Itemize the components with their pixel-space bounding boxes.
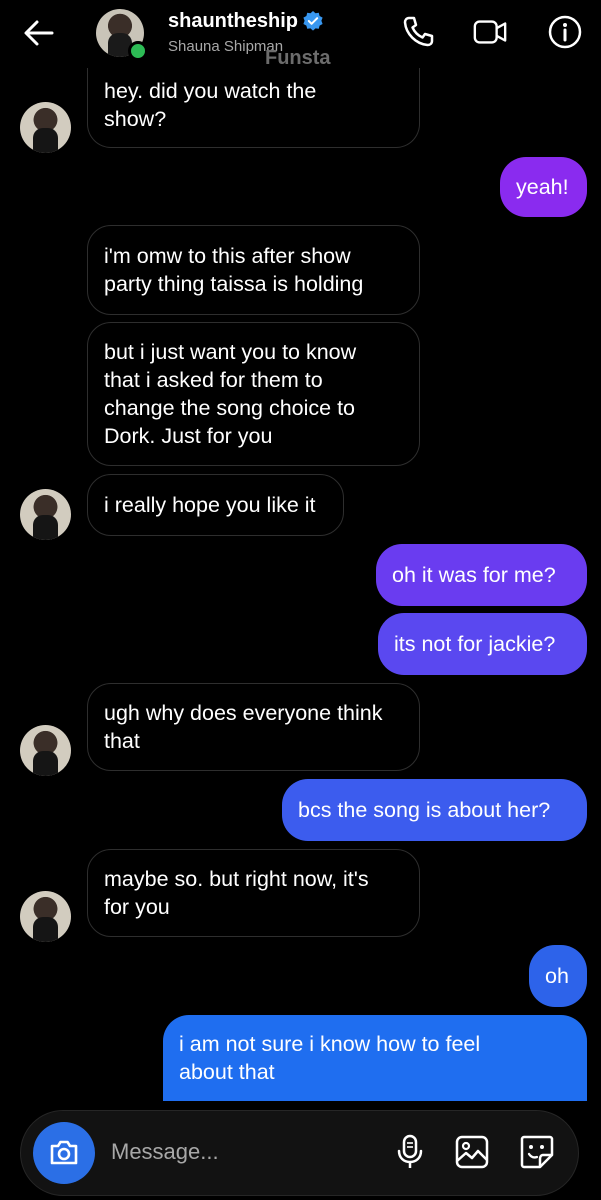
sticker-icon[interactable] — [518, 1133, 556, 1171]
username[interactable]: shauntheship — [168, 10, 298, 33]
message-line: party thing taissa is holding — [104, 272, 364, 296]
incoming-message-bubble[interactable]: i'm omw to this after show party thing t… — [87, 225, 420, 315]
outgoing-message-bubble[interactable]: yeah! — [500, 157, 587, 217]
message-line: about that — [179, 1060, 275, 1084]
incoming-message-bubble[interactable]: i really hope you like it — [87, 474, 344, 536]
message-text: oh it was for me? — [392, 563, 556, 587]
back-arrow-icon[interactable] — [22, 18, 56, 48]
verified-badge-icon — [303, 11, 323, 31]
outgoing-message-bubble[interactable]: its not for jackie? — [378, 613, 587, 675]
video-camera-icon[interactable] — [472, 14, 508, 50]
incoming-message-bubble[interactable]: ugh why does everyone think that — [87, 683, 420, 771]
message-line: change the song choice to — [104, 396, 356, 420]
message-line: that i asked for them to — [104, 368, 323, 392]
gallery-icon[interactable] — [453, 1133, 491, 1171]
outgoing-message-bubble[interactable]: oh — [529, 945, 587, 1007]
message-line: i am not sure i know how to feel — [179, 1032, 481, 1056]
message-text: i really hope you like it — [104, 493, 316, 517]
funsta-watermark: Funsta — [265, 47, 331, 69]
message-line: that — [104, 729, 140, 753]
message-text: bcs the song is about her? — [298, 798, 551, 822]
incoming-message-bubble[interactable]: hey. did you watch the show? — [87, 62, 420, 148]
outgoing-message-bubble[interactable]: bcs the song is about her? — [282, 779, 587, 841]
sender-avatar[interactable] — [20, 489, 71, 540]
message-text: its not for jackie? — [394, 632, 556, 656]
message-line: for you — [104, 895, 170, 919]
sender-avatar[interactable] — [20, 102, 71, 153]
outgoing-message-bubble[interactable]: oh it was for me? — [376, 544, 587, 606]
online-status-dot — [128, 41, 148, 61]
microphone-icon[interactable] — [391, 1133, 429, 1171]
message-line: maybe so. but right now, it's — [104, 867, 369, 891]
message-line: ugh why does everyone think — [104, 701, 383, 725]
message-line: but i just want you to know — [104, 340, 357, 364]
incoming-message-bubble[interactable]: but i just want you to know that i asked… — [87, 322, 420, 466]
sender-avatar[interactable] — [20, 725, 71, 776]
message-line: hey. did you watch the — [104, 79, 317, 103]
message-thread[interactable]: hey. did you watch the show? yeah! i'm o… — [0, 0, 601, 1101]
message-text: yeah! — [516, 175, 569, 199]
camera-button[interactable] — [33, 1122, 95, 1184]
message-input[interactable]: Message... — [111, 1139, 219, 1165]
info-icon[interactable] — [547, 14, 583, 50]
phone-icon[interactable] — [400, 14, 436, 50]
outgoing-message-bubble[interactable]: i am not sure i know how to feel about t… — [163, 1015, 587, 1101]
sender-avatar[interactable] — [20, 891, 71, 942]
message-line: show? — [104, 107, 167, 131]
incoming-message-bubble[interactable]: maybe so. but right now, it's for you — [87, 849, 420, 937]
camera-icon — [50, 1140, 78, 1165]
message-text: oh — [545, 964, 569, 988]
message-line: i'm omw to this after show — [104, 244, 351, 268]
message-line: Dork. Just for you — [104, 424, 273, 448]
message-composer: Message... — [20, 1110, 579, 1196]
